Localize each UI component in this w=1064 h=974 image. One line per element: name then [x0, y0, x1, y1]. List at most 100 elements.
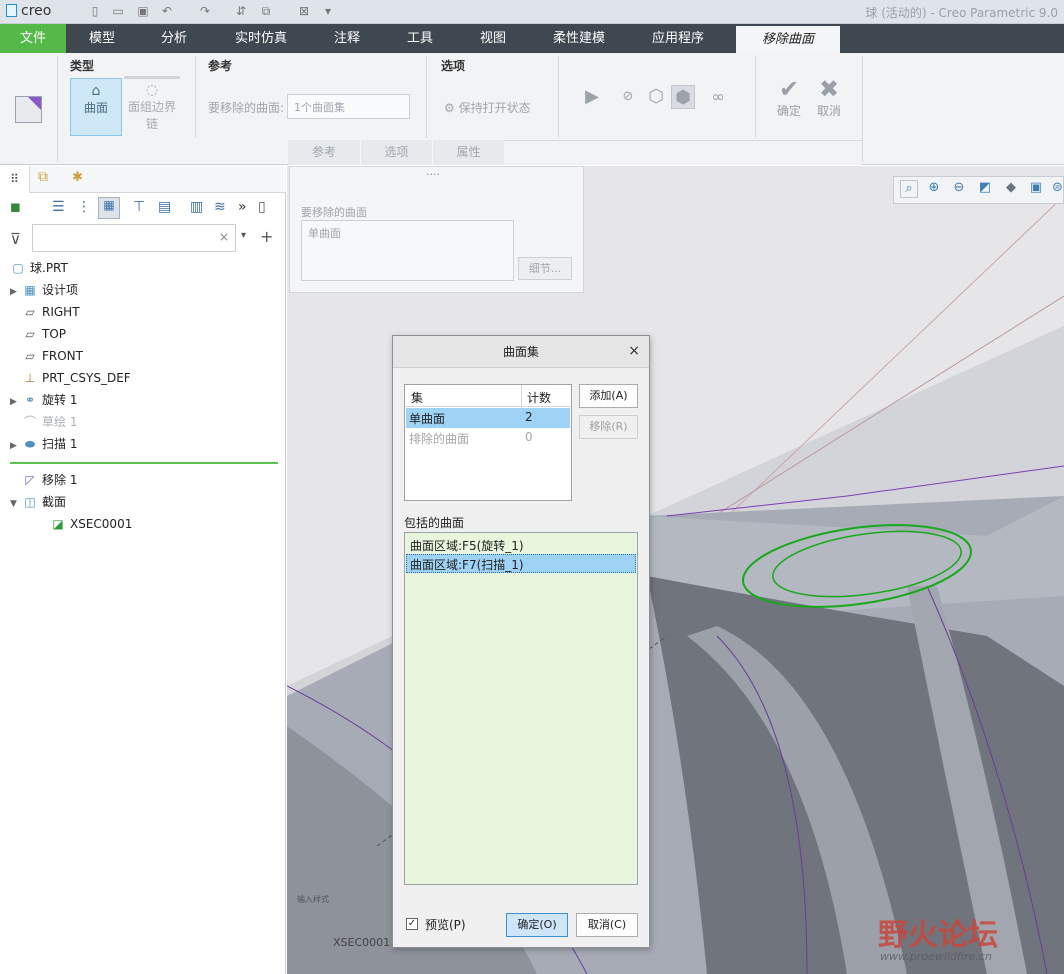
- saved-orientations-icon[interactable]: ▣: [1027, 180, 1045, 198]
- glasses-icon[interactable]: ∞: [706, 85, 730, 109]
- included-surfaces-list: 曲面区域:F5(旋转_1) 曲面区域:F7(扫描_1): [404, 532, 638, 885]
- folder-browser-tab-icon[interactable]: ⧉: [38, 169, 48, 185]
- note-label: 输入样式: [297, 895, 329, 904]
- layer-tree-icon[interactable]: ▥: [190, 199, 203, 215]
- tab-simulation[interactable]: 实时仿真: [222, 24, 300, 53]
- tab-view[interactable]: 视图: [466, 24, 520, 53]
- layers-icon[interactable]: ≋: [214, 199, 226, 215]
- feature-preview-icon[interactable]: ⬡: [644, 85, 668, 109]
- details-button[interactable]: 细节...: [518, 257, 572, 280]
- customize-dropdown-icon[interactable]: ▾: [321, 4, 335, 18]
- save-icon[interactable]: ▣: [136, 4, 150, 18]
- tree-item-sketch[interactable]: ⌒ 草绘 1: [22, 411, 77, 433]
- insert-here-marker[interactable]: [10, 462, 278, 464]
- included-surfaces-label: 包括的曲面: [404, 516, 465, 530]
- filter-icon[interactable]: ⊽: [10, 230, 21, 248]
- preview-checkbox[interactable]: ✓: [406, 918, 418, 930]
- keep-open-option[interactable]: ⚙ 保持打开状态: [444, 99, 531, 116]
- surface-set-item[interactable]: 单曲面: [308, 225, 341, 241]
- favorites-tab-icon[interactable]: ✱: [72, 170, 83, 185]
- tree-item-sections[interactable]: ▼ ◫ 截面: [10, 491, 66, 513]
- edge-chain-icon: ◌: [145, 82, 159, 98]
- close-window-icon[interactable]: ⊠: [297, 4, 311, 18]
- tree-item-revolve[interactable]: ▶ ⚭ 旋转 1: [10, 389, 77, 411]
- tree-item-design-items[interactable]: ▶ ▦ 设计项: [10, 279, 78, 301]
- dialog-ok-button[interactable]: 确定(O): [506, 913, 568, 937]
- dialog-cancel-button[interactable]: 取消(C): [576, 913, 638, 937]
- tree-item-label: 球.PRT: [30, 261, 68, 275]
- tab-tools[interactable]: 工具: [393, 24, 447, 53]
- tab-file[interactable]: 文件: [0, 24, 66, 53]
- tree-item-sweep[interactable]: ▶ ⬬ 扫描 1: [10, 433, 77, 455]
- panel-grip[interactable]: ....: [426, 165, 440, 178]
- quilt-edge-chain-button[interactable]: ◌ 面组边界 链: [124, 78, 180, 136]
- surfaces-to-remove-field[interactable]: 1个曲面集: [287, 94, 410, 119]
- subtab-references[interactable]: 参考: [288, 140, 360, 165]
- ok-button[interactable]: ✔ 确定: [774, 76, 804, 119]
- show-icon[interactable]: ◼: [10, 200, 21, 215]
- tree-item-label: PRT_CSYS_DEF: [42, 371, 131, 385]
- expand-icon[interactable]: ▶: [10, 391, 22, 413]
- tree-item-remove[interactable]: ◸ 移除 1: [22, 469, 77, 491]
- refit-icon[interactable]: ⌕: [900, 180, 918, 198]
- included-surface-item[interactable]: 曲面区域:F5(旋转_1): [410, 537, 524, 554]
- subtab-options[interactable]: 选项: [360, 140, 432, 165]
- verify-mode-icon[interactable]: ⬢: [671, 85, 695, 109]
- remove-feature-icon: ◸: [25, 473, 35, 487]
- tab-remove-surface[interactable]: 移除曲面: [736, 26, 840, 53]
- expand-icon[interactable]: ▶: [10, 281, 22, 303]
- repaint-icon[interactable]: ◩: [976, 180, 994, 198]
- tree-item-top[interactable]: ▱ TOP: [22, 323, 66, 345]
- windows-icon[interactable]: ⧉: [259, 4, 273, 18]
- play-icon[interactable]: ▶: [580, 85, 604, 109]
- zoom-in-icon[interactable]: ⊕: [925, 180, 943, 198]
- tab-annotate[interactable]: 注释: [320, 24, 374, 53]
- window-title: 球 (活动的) - Creo Parametric 9.0: [865, 6, 1058, 20]
- excluded-set-name[interactable]: 排除的曲面: [409, 430, 469, 447]
- tab-flexible-modeling[interactable]: 柔性建模: [540, 24, 618, 53]
- collapse-icon[interactable]: ▼: [10, 493, 22, 515]
- undo-icon[interactable]: ↶: [160, 4, 174, 18]
- tree-view-icon[interactable]: ▯: [258, 199, 266, 215]
- pause-icon[interactable]: ⊘: [616, 85, 640, 109]
- tab-model[interactable]: 模型: [74, 24, 130, 53]
- regenerate-icon[interactable]: ⇵: [234, 4, 248, 18]
- more-icon[interactable]: »: [238, 199, 247, 215]
- dialog-close-icon[interactable]: ×: [628, 343, 640, 359]
- add-set-button[interactable]: 添加(A): [579, 384, 638, 408]
- dialog-title: 曲面集: [393, 336, 649, 368]
- expand-icon[interactable]: ▶: [10, 435, 22, 457]
- tree-item-xsec[interactable]: ◪ XSEC0001: [50, 513, 132, 535]
- column-header-set[interactable]: 集: [411, 389, 423, 406]
- cancel-button[interactable]: ✖ 取消: [814, 76, 844, 119]
- surfaces-collector[interactable]: 单曲面: [301, 220, 514, 281]
- view-manager-icon[interactable]: ⊜: [1051, 180, 1064, 198]
- open-file-icon[interactable]: ▭: [111, 4, 125, 18]
- tree-item-csys[interactable]: ⊥ PRT_CSYS_DEF: [22, 367, 131, 389]
- tree-settings-icon[interactable]: ▦: [98, 197, 120, 219]
- tree-sort-icon[interactable]: ⊤: [133, 199, 145, 215]
- subtab-properties[interactable]: 属性: [432, 140, 504, 165]
- tree-item-front[interactable]: ▱ FRONT: [22, 345, 83, 367]
- zoom-out-icon[interactable]: ⊖: [950, 180, 968, 198]
- search-dropdown-icon[interactable]: ▾: [241, 230, 246, 241]
- display-style-icon[interactable]: ◆: [1002, 180, 1020, 198]
- tree-list-icon[interactable]: ☰: [52, 199, 65, 215]
- tree-search-input[interactable]: ×: [32, 224, 236, 252]
- tree-item-right[interactable]: ▱ RIGHT: [22, 301, 79, 323]
- surface-type-button[interactable]: ⌂ 曲面: [70, 78, 122, 136]
- tree-item-part[interactable]: ▢ 球.PRT: [10, 257, 68, 279]
- divider: [57, 56, 58, 162]
- clear-search-icon[interactable]: ×: [219, 230, 229, 244]
- tree-filter-columns-icon[interactable]: ⋮: [77, 199, 91, 215]
- model-tree-tab-icon[interactable]: ⠿: [0, 166, 30, 193]
- new-file-icon[interactable]: ▯: [88, 4, 102, 18]
- divider: [426, 56, 427, 138]
- column-header-count[interactable]: 计数: [527, 389, 551, 406]
- remove-set-button[interactable]: 移除(R): [579, 415, 638, 439]
- tree-columns-icon[interactable]: ▤: [158, 199, 171, 215]
- tab-analysis[interactable]: 分析: [146, 24, 202, 53]
- redo-icon[interactable]: ↷: [198, 4, 212, 18]
- tab-applications[interactable]: 应用程序: [640, 24, 716, 53]
- add-filter-icon[interactable]: +: [260, 227, 273, 246]
